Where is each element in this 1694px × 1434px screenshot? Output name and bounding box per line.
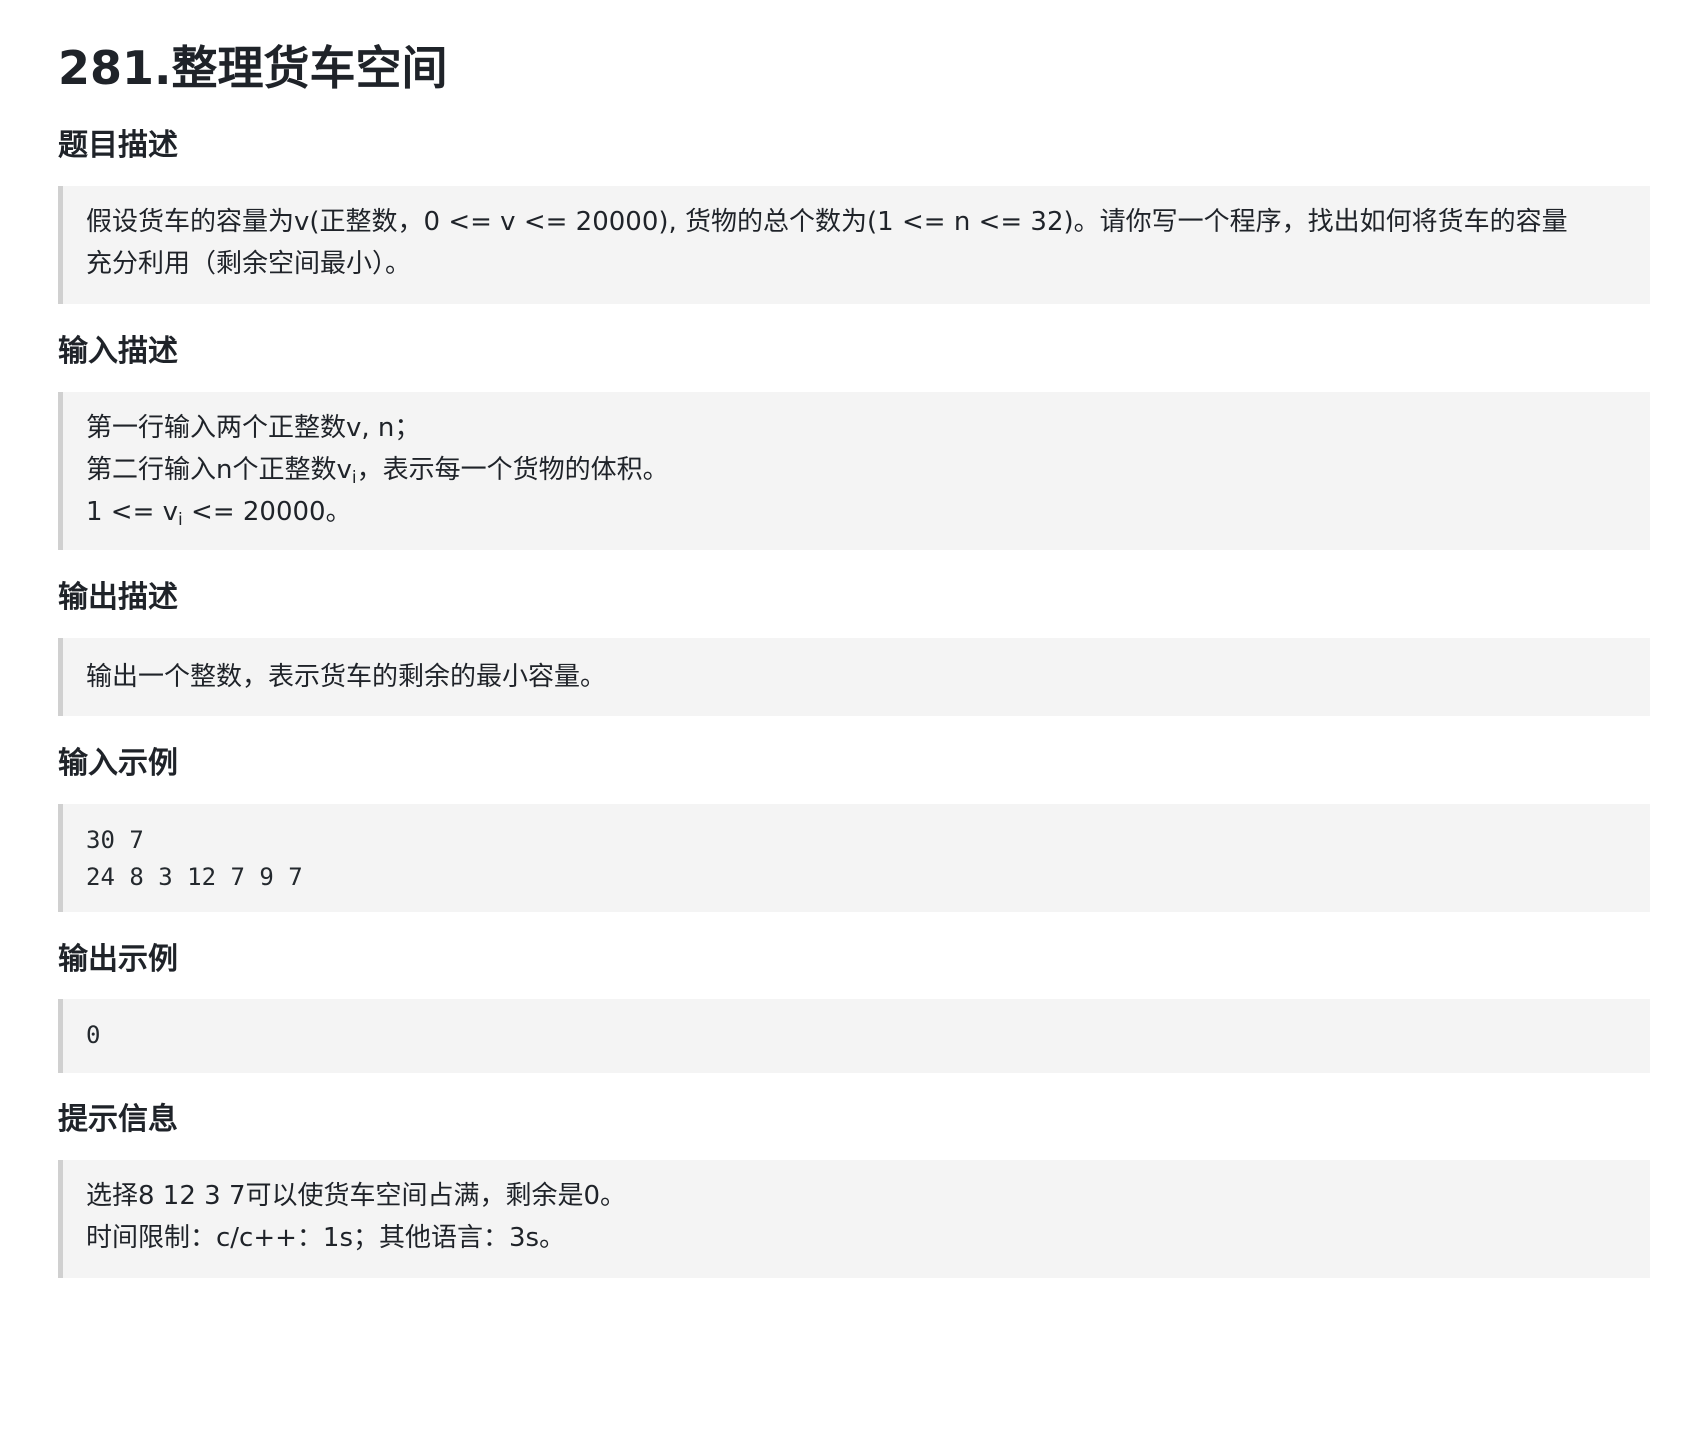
hint-line: 时间限制：c/c++：1s；其他语言：3s。 [86, 1223, 566, 1253]
output-example-heading: 输出示例 [58, 942, 178, 977]
text-run: 第二行输入n个正整数v [86, 455, 352, 485]
input-description-line: 1 <= vi <= 20000。 [86, 491, 1630, 533]
output-description-block: 输出一个整数，表示货车的剩余的最小容量。 [58, 638, 1650, 716]
code-line: 30 7 [86, 826, 144, 854]
hint-line: 选择8 12 3 7可以使货车空间占满，剩余是0。 [86, 1181, 627, 1211]
description-heading: 题目描述 [58, 128, 178, 163]
input-example-heading: 输入示例 [58, 746, 178, 781]
hint-heading: 提示信息 [58, 1102, 178, 1137]
text-run: 1 <= v [86, 497, 179, 527]
code-line: 24 8 3 12 7 9 7 [86, 863, 303, 891]
text-run: <= 20000。 [182, 497, 352, 527]
input-description-line: 第一行输入两个正整数v, n； [86, 413, 421, 443]
input-description-heading: 输入描述 [58, 334, 178, 369]
text-run: ，表示每一个货物的体积。 [356, 455, 669, 485]
code-line: 0 [86, 1021, 101, 1049]
input-description-line: 第二行输入n个正整数vi，表示每一个货物的体积。 [86, 449, 1630, 491]
description-line: 假设货车的容量为v(正整数，0 <= v <= 20000), 货物的总个数为(… [86, 207, 1568, 237]
input-example-block: 30 7 24 8 3 12 7 9 7 [58, 804, 1650, 912]
description-block: 假设货车的容量为v(正整数，0 <= v <= 20000), 货物的总个数为(… [58, 186, 1650, 304]
output-description-line: 输出一个整数，表示货车的剩余的最小容量。 [86, 662, 607, 692]
input-description-block: 第一行输入两个正整数v, n； 第二行输入n个正整数vi，表示每一个货物的体积。… [58, 392, 1650, 550]
page-title: 281.整理货车空间 [58, 41, 448, 95]
description-line: 充分利用（剩余空间最小）。 [86, 249, 412, 279]
hint-block: 选择8 12 3 7可以使货车空间占满，剩余是0。 时间限制：c/c++：1s；… [58, 1160, 1650, 1278]
output-example-block: 0 [58, 999, 1650, 1073]
output-description-heading: 输出描述 [58, 580, 178, 615]
